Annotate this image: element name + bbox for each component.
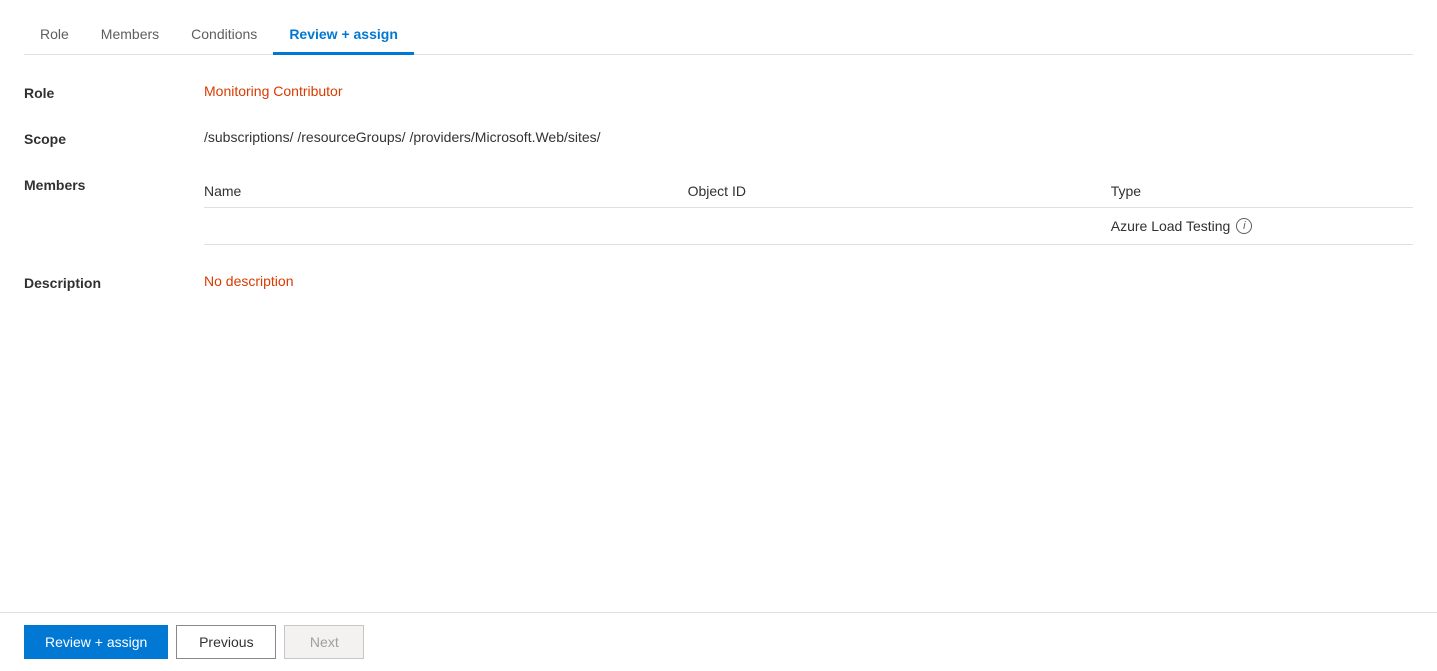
tab-conditions[interactable]: Conditions <box>175 16 273 55</box>
description-section: Description No description <box>24 273 1413 291</box>
tab-members[interactable]: Members <box>85 16 175 55</box>
scope-label: Scope <box>24 129 204 147</box>
members-table-header-row: Name Object ID Type <box>204 175 1413 208</box>
role-label: Role <box>24 83 204 101</box>
review-assign-button[interactable]: Review + assign <box>24 625 168 659</box>
role-section: Role Monitoring Contributor <box>24 83 1413 101</box>
members-table: Name Object ID Type Azure Load Testing i <box>204 175 1413 245</box>
col-header-name: Name <box>204 175 688 208</box>
scope-part-1: /subscriptions/ <box>204 129 293 145</box>
scope-section: Scope /subscriptions/ /resourceGroups/ /… <box>24 129 1413 147</box>
info-icon[interactable]: i <box>1236 218 1252 234</box>
members-section: Members Name Object ID Type Azure Load T… <box>24 175 1413 245</box>
col-header-type: Type <box>1111 175 1413 208</box>
scope-part-3: /providers/Microsoft.Web/sites/ <box>409 129 600 145</box>
members-table-container: Name Object ID Type Azure Load Testing i <box>204 175 1413 245</box>
member-type: Azure Load Testing i <box>1111 208 1413 245</box>
scope-value: /subscriptions/ /resourceGroups/ /provid… <box>204 129 1413 145</box>
member-name <box>204 208 688 245</box>
description-label: Description <box>24 273 204 291</box>
member-type-text: Azure Load Testing <box>1111 218 1231 234</box>
previous-button[interactable]: Previous <box>176 625 276 659</box>
col-header-objectid: Object ID <box>688 175 1111 208</box>
tab-review-assign[interactable]: Review + assign <box>273 16 414 55</box>
scope-part-2: /resourceGroups/ <box>297 129 405 145</box>
tab-bar: Role Members Conditions Review + assign <box>24 16 1413 55</box>
table-row: Azure Load Testing i <box>204 208 1413 245</box>
tab-role[interactable]: Role <box>24 16 85 55</box>
description-value: No description <box>204 273 1413 289</box>
members-label: Members <box>24 175 204 193</box>
footer: Review + assign Previous Next <box>0 612 1437 671</box>
member-object-id <box>688 208 1111 245</box>
role-value: Monitoring Contributor <box>204 83 1413 99</box>
next-button: Next <box>284 625 364 659</box>
